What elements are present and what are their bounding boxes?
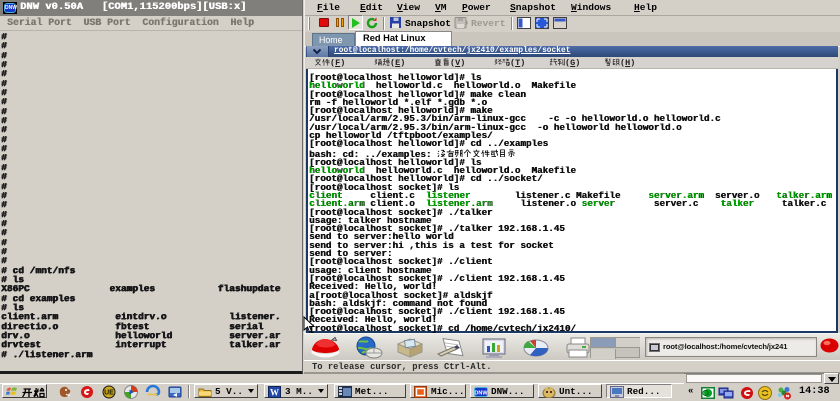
svg-text:DNW: DNW xyxy=(474,391,488,397)
svg-text:W: W xyxy=(270,388,279,398)
svg-text:UE: UE xyxy=(104,390,114,397)
